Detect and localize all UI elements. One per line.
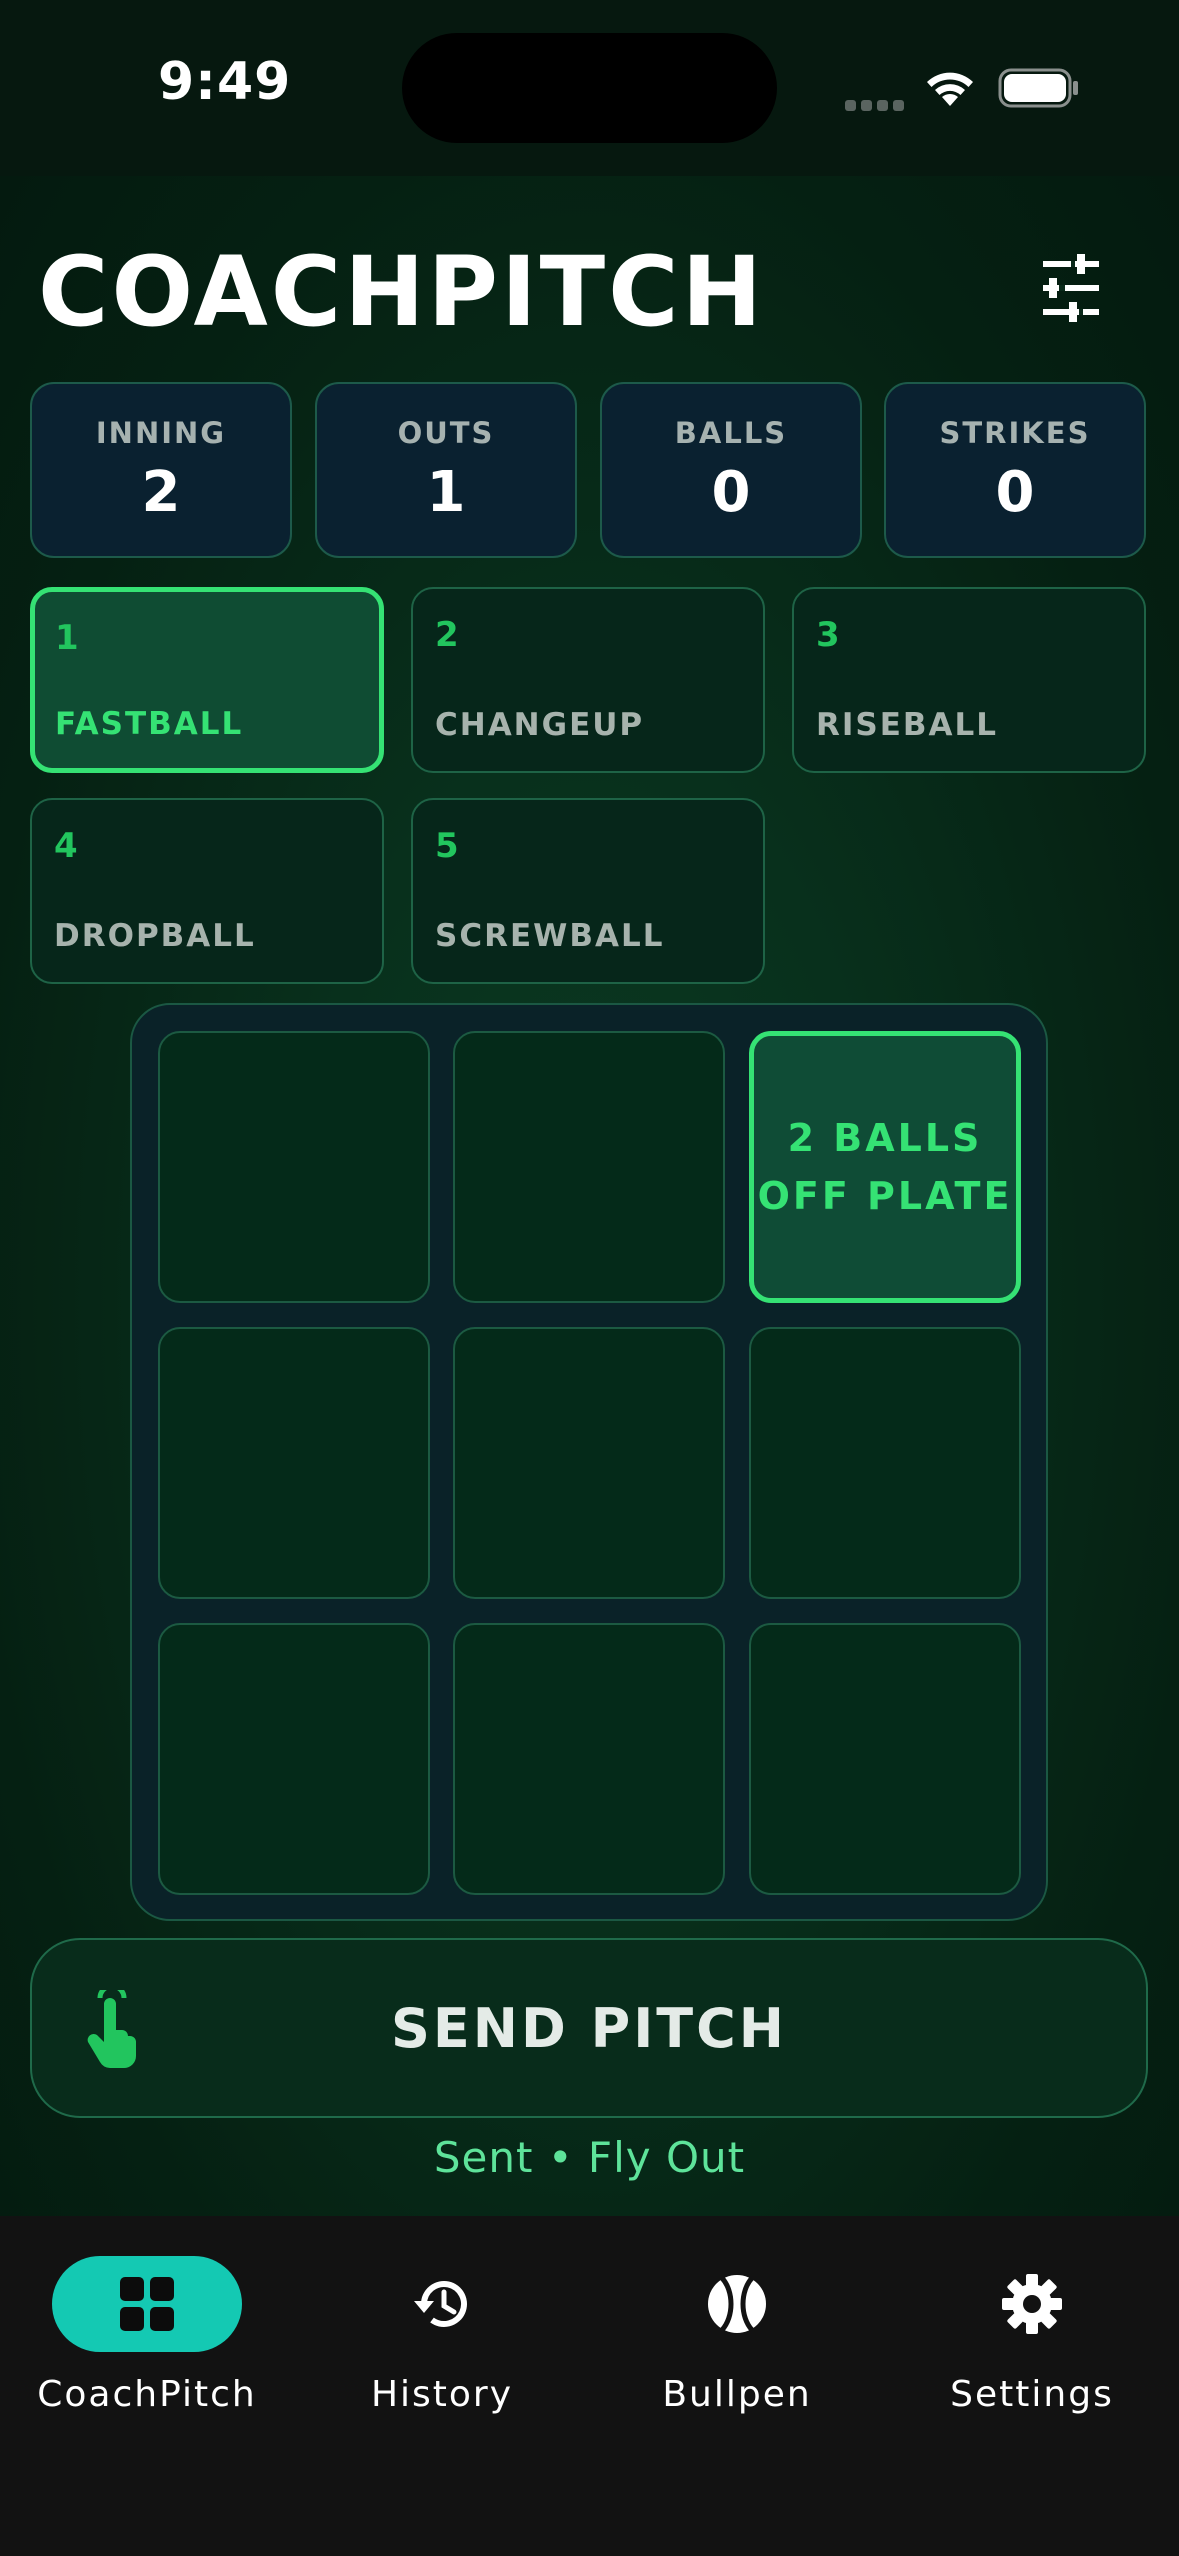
stat-outs: OUTS 1	[315, 382, 577, 558]
stat-label: OUTS	[397, 416, 495, 450]
dynamic-island	[402, 33, 777, 143]
tab-label: History	[370, 2374, 514, 2415]
stat-value: 0	[711, 460, 751, 525]
stat-strikes: STRIKES 0	[884, 382, 1146, 558]
pitch-name: FASTBALL	[55, 706, 244, 742]
stat-label: STRIKES	[939, 416, 1091, 450]
tab-label: CoachPitch	[37, 2374, 257, 2415]
pitch-name: CHANGEUP	[435, 707, 645, 743]
pitch-riseball[interactable]: 3 RISEBALL	[792, 587, 1146, 773]
send-pitch-button[interactable]: SEND PITCH	[30, 1938, 1148, 2118]
wifi-icon	[927, 72, 973, 106]
pitch-screwball[interactable]: 5 SCREWBALL	[411, 798, 765, 984]
zone-cell[interactable]	[749, 1327, 1021, 1599]
tab-icon-pill	[347, 2256, 537, 2352]
zone-label: 2 BALLS OFF PLATE	[757, 1116, 1013, 1218]
tab-label: Bullpen	[662, 2374, 812, 2415]
zone-cell[interactable]	[453, 1623, 725, 1895]
stat-value: 2	[141, 460, 181, 525]
pitch-number: 2	[435, 615, 459, 655]
stat-value: 0	[995, 460, 1035, 525]
pitch-fastball[interactable]: 1 FASTBALL	[30, 587, 384, 773]
stat-label: INNING	[95, 416, 227, 450]
battery-icon	[998, 68, 1078, 108]
pitch-name: RISEBALL	[816, 707, 999, 743]
send-pitch-label: SEND PITCH	[391, 1996, 787, 2060]
grid-icon	[120, 2277, 174, 2331]
zone-cell[interactable]	[158, 1623, 430, 1895]
stat-value: 1	[426, 460, 466, 525]
pitch-number: 4	[54, 826, 78, 866]
history-icon	[414, 2281, 467, 2327]
strike-zone-grid: 2 BALLS OFF PLATE	[130, 1003, 1048, 1921]
status-time: 9:49	[158, 52, 292, 112]
pitch-changeup[interactable]: 2 CHANGEUP	[411, 587, 765, 773]
zone-cell[interactable]	[453, 1031, 725, 1303]
zone-cell[interactable]	[453, 1327, 725, 1599]
cellular-signal-icon	[845, 96, 909, 115]
sliders-icon[interactable]	[1035, 252, 1107, 324]
stat-inning: INNING 2	[30, 382, 292, 558]
zone-cell[interactable]	[158, 1031, 430, 1303]
app-screen: 9:49 COACHPITCH INNING 2 OUTS 1 BALLS 0 …	[0, 0, 1179, 2556]
tab-settings[interactable]: Settings	[885, 2256, 1179, 2426]
zone-cell[interactable]	[158, 1327, 430, 1599]
pitch-number: 3	[816, 615, 840, 655]
pitch-number: 1	[55, 618, 79, 658]
zone-cell-selected[interactable]: 2 BALLS OFF PLATE	[749, 1031, 1021, 1303]
softball-icon	[708, 2275, 766, 2333]
stat-label: BALLS	[674, 416, 788, 450]
stat-balls: BALLS 0	[600, 382, 862, 558]
tab-bar: CoachPitch History Bullpen Settings	[0, 2216, 1179, 2556]
tab-icon-pill	[937, 2256, 1127, 2352]
pitch-dropball[interactable]: 4 DROPBALL	[30, 798, 384, 984]
tab-icon-pill	[52, 2256, 242, 2352]
status-bar: 9:49	[0, 0, 1179, 176]
send-status: Sent • Fly Out	[433, 2133, 746, 2182]
pitch-name: DROPBALL	[54, 918, 256, 954]
main-content: COACHPITCH INNING 2 OUTS 1 BALLS 0 STRIK…	[0, 176, 1179, 2216]
tab-coachpitch[interactable]: CoachPitch	[0, 2256, 294, 2426]
pitch-number: 5	[435, 826, 459, 866]
pitch-name: SCREWBALL	[435, 918, 665, 954]
app-title: COACHPITCH	[38, 236, 765, 348]
tab-history[interactable]: History	[295, 2256, 589, 2426]
gear-icon	[1002, 2274, 1062, 2334]
tab-icon-pill	[642, 2256, 832, 2352]
tab-bullpen[interactable]: Bullpen	[590, 2256, 884, 2426]
tab-label: Settings	[950, 2374, 1114, 2415]
zone-cell[interactable]	[749, 1623, 1021, 1895]
